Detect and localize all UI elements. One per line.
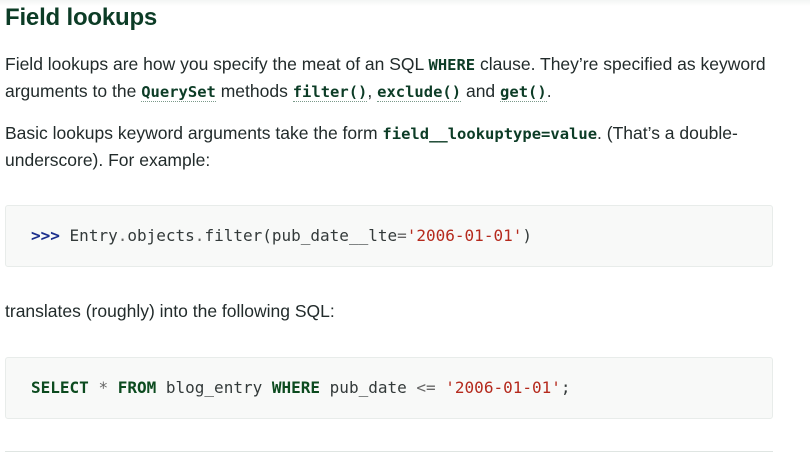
section-heading: Field lookups <box>5 4 158 31</box>
python-code-block[interactable]: >>> Entry.objects.filter(pub_date__lte='… <box>5 205 773 267</box>
token: . <box>117 226 128 245</box>
queryset-link[interactable]: QuerySet <box>141 81 216 102</box>
documentation-section: Field lookups Field lookups are how you … <box>0 0 810 454</box>
token: '2006-01-01' <box>406 226 523 245</box>
text: . <box>546 81 552 101</box>
inline-code-where: WHERE <box>428 56 476 74</box>
inline-code-get: get() <box>500 83 547 101</box>
prompt: >>> <box>31 226 60 245</box>
token: filter <box>204 226 263 245</box>
keyword: SELECT <box>31 378 89 397</box>
token: ; <box>560 378 571 397</box>
code-line: >>> Entry.objects.filter(pub_date__lte='… <box>31 226 532 246</box>
text: , <box>367 81 378 101</box>
divider <box>5 451 773 452</box>
text: Basic lookups keyword arguments take the… <box>5 123 383 143</box>
token: objects <box>127 226 195 245</box>
inline-code-lookup-form: field__lookuptype=value <box>382 125 598 143</box>
token: ( <box>262 226 272 245</box>
keyword: FROM <box>117 378 157 397</box>
translation-paragraph: translates (roughly) into the following … <box>5 301 335 321</box>
token: blog_entry <box>165 378 263 397</box>
token: . <box>194 226 205 245</box>
keyword: WHERE <box>271 378 321 397</box>
token: ) <box>522 226 532 245</box>
inline-code-filter: filter() <box>292 83 368 101</box>
intro-paragraph: Field lookups are how you specify the me… <box>5 51 785 105</box>
get-link[interactable]: get() <box>500 81 547 102</box>
text: methods <box>215 81 293 101</box>
text: Field lookups are how you specify the me… <box>5 54 429 74</box>
sql-code-block[interactable]: SELECT * FROM blog_entry WHERE pub_date … <box>5 357 773 419</box>
token: pub_date <box>329 378 407 397</box>
code-line: SELECT * FROM blog_entry WHERE pub_date … <box>31 378 571 398</box>
token: <= <box>416 378 436 397</box>
token: '2006-01-01' <box>445 378 561 397</box>
token: = <box>397 226 407 245</box>
exclude-link[interactable]: exclude() <box>377 81 462 102</box>
inline-code-queryset: QuerySet <box>141 83 216 101</box>
text: and <box>461 81 501 101</box>
lookup-form-paragraph: Basic lookups keyword arguments take the… <box>5 120 785 173</box>
token: * <box>98 378 109 397</box>
inline-code-exclude: exclude() <box>377 83 462 101</box>
filter-link[interactable]: filter() <box>292 81 368 102</box>
token: Entry <box>69 226 118 245</box>
token: pub_date__lte <box>271 226 398 245</box>
